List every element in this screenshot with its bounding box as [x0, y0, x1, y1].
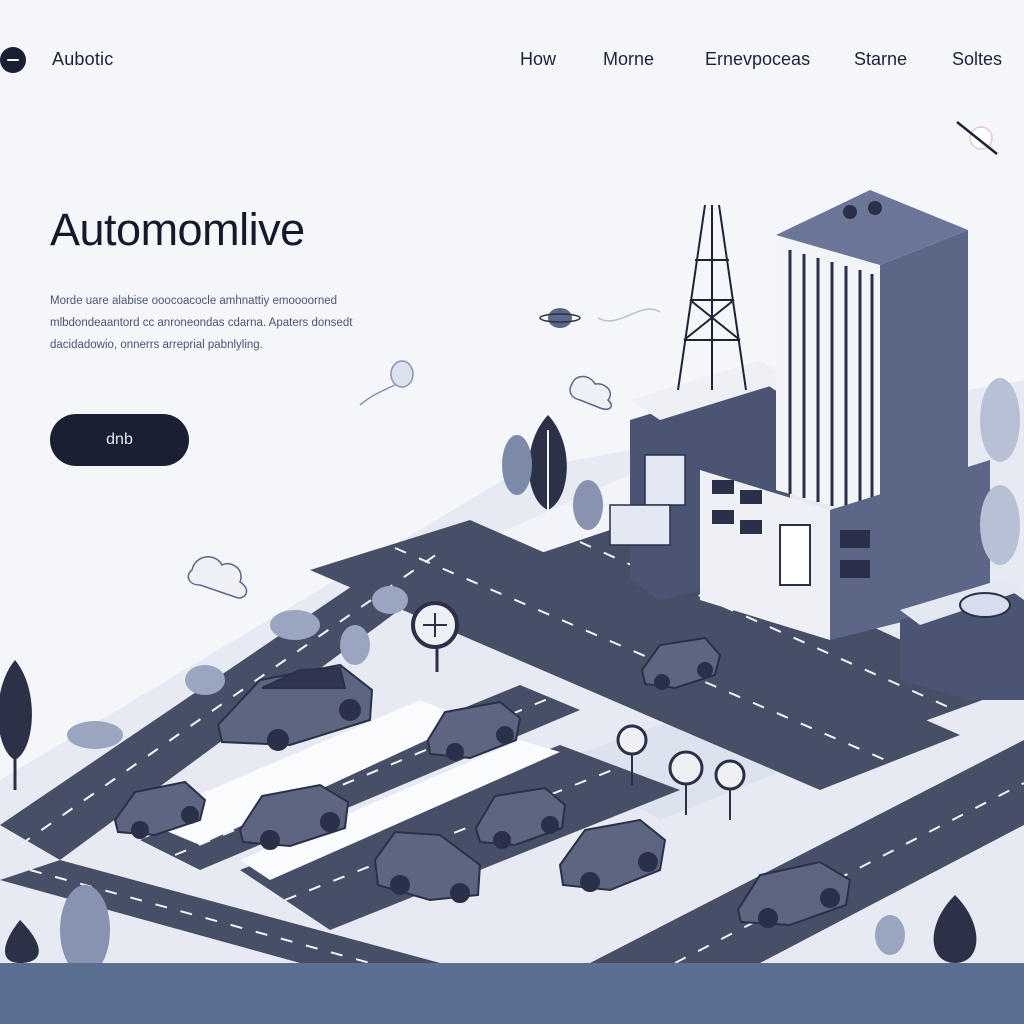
top-navigation: Aubotic How Morne Ernevpoceas Starne Sol…: [0, 0, 1024, 155]
close-icon[interactable]: [955, 118, 999, 158]
brand-name[interactable]: Aubotic: [52, 49, 113, 70]
hero-title: Automomlive: [50, 204, 305, 255]
logo-dot-icon[interactable]: [0, 47, 26, 73]
footer-band: [0, 963, 1024, 1024]
hero-description: Morde uare alabise ooocoacocle amhnattiy…: [50, 290, 460, 356]
cta-button[interactable]: dnb: [50, 414, 189, 466]
nav-link-soltes[interactable]: Soltes: [952, 49, 1002, 70]
planet-decor: [548, 308, 572, 328]
hero-description-line: dacidadowio, onnerrs arreprial pabnlylin…: [50, 339, 263, 351]
tower-front: [776, 235, 880, 520]
nav-link-ernevpoceas[interactable]: Ernevpoceas: [705, 49, 810, 70]
city-illustration: [0, 190, 1024, 1024]
nav-link-starne[interactable]: Starne: [854, 49, 907, 70]
hero-description-line: mlbdondeaantord cc anroneondas cdarna. A…: [50, 317, 353, 329]
landing-page: Aubotic How Morne Ernevpoceas Starne Sol…: [0, 0, 1024, 1024]
nav-link-how[interactable]: How: [520, 49, 556, 70]
nav-link-morne[interactable]: Morne: [603, 49, 654, 70]
antenna-tower: [677, 204, 747, 391]
hero-description-line: Morde uare alabise ooocoacocle amhnattiy…: [50, 295, 338, 307]
